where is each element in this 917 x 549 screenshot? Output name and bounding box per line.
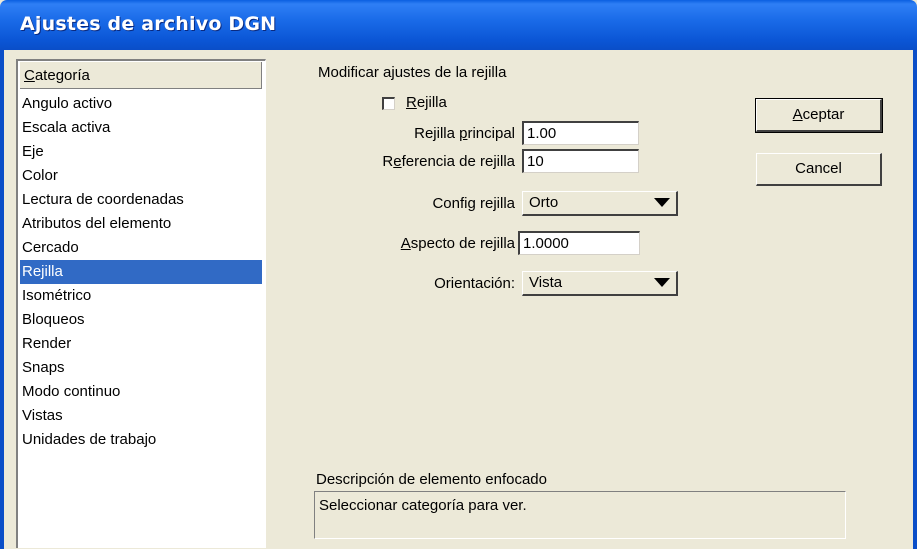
aspect-input[interactable]: 1.0000 [518,231,640,255]
category-item-lectura-coordenadas[interactable]: Lectura de coordenadas [20,188,262,212]
category-item-bloqueos[interactable]: Bloqueos [20,308,262,332]
description-text: Seleccionar categoría para ver. [319,497,527,514]
aspect-label: Aspecto de rejilla [400,235,515,252]
dgn-settings-dialog: Ajustes de archivo DGN Categoría Angulo … [0,0,917,549]
category-item-unidades-trabajo[interactable]: Unidades de trabajo [20,428,262,452]
title-bar[interactable]: Ajustes de archivo DGN [0,0,917,50]
category-item-angulo-activo[interactable]: Angulo activo [20,92,262,116]
category-item-rejilla[interactable]: Rejilla [20,260,262,284]
config-label: Config rejilla [432,195,515,212]
category-item-vistas[interactable]: Vistas [20,404,262,428]
category-item-atributos-elemento[interactable]: Atributos del elemento [20,212,262,236]
orientation-value: Vista [529,274,563,291]
category-item-cercado[interactable]: Cercado [20,236,262,260]
window-border-right [913,50,917,549]
dropdown-arrow-icon [654,198,670,207]
category-item-render[interactable]: Render [20,332,262,356]
category-item-eje[interactable]: Eje [20,140,262,164]
category-item-snaps[interactable]: Snaps [20,356,262,380]
main-grid-input[interactable]: 1.00 [522,121,639,145]
category-item-color[interactable]: Color [20,164,262,188]
grid-ref-input[interactable]: 10 [522,149,639,173]
category-item-escala-activa[interactable]: Escala activa [20,116,262,140]
orientation-label: Orientación: [434,275,515,292]
category-item-isometrico[interactable]: Isométrico [20,284,262,308]
grid-checkbox[interactable] [382,97,395,110]
accept-button[interactable]: Aceptar [755,98,883,133]
config-value: Orto [529,194,559,211]
dropdown-arrow-icon [654,278,670,287]
section-title: Modificar ajustes de la rejilla [318,64,507,81]
category-header[interactable]: Categoría [20,62,262,89]
description-title: Descripción de elemento enfocado [316,471,547,488]
grid-checkbox-label[interactable]: Rejilla [406,94,447,111]
category-header-label: Categoría [24,67,90,84]
cancel-button[interactable]: Cancel [756,153,882,186]
category-list[interactable]: Categoría Angulo activo Escala activa Ej… [16,59,266,548]
window-title: Ajustes de archivo DGN [20,13,277,35]
window-border-left [0,50,4,549]
category-item-modo-continuo[interactable]: Modo continuo [20,380,262,404]
config-dropdown[interactable]: Orto [522,191,678,216]
grid-ref-label: Referencia de rejilla [382,153,515,170]
description-box: Seleccionar categoría para ver. [314,491,846,539]
main-grid-label: Rejilla principal [414,125,515,142]
orientation-dropdown[interactable]: Vista [522,271,678,296]
